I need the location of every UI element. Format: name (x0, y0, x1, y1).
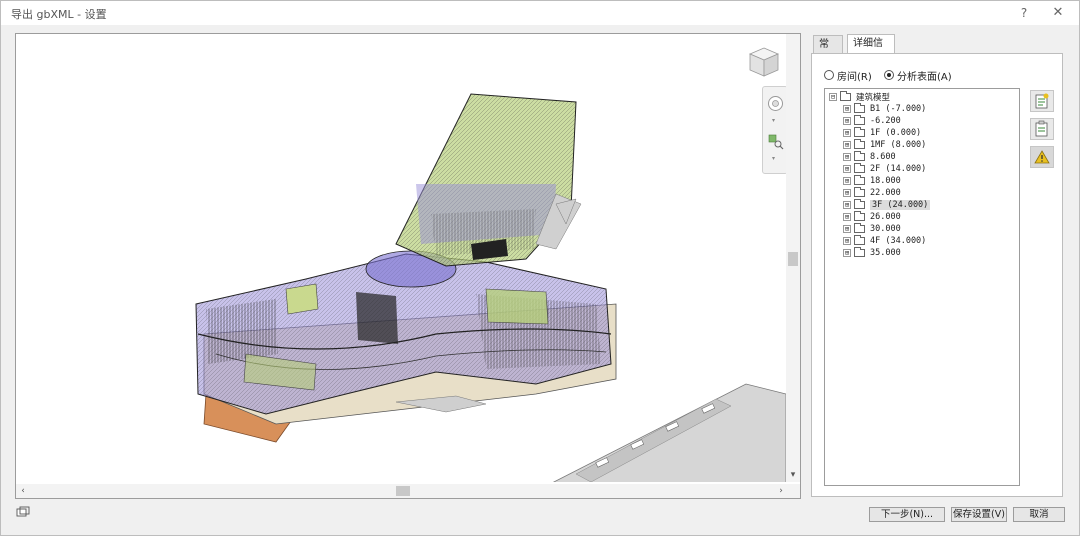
details-panel: 房间(R) 分析表面(A) ⊟ 建筑模型 ⊞ B1 (-7.000) ⊞ -6.… (811, 53, 1063, 497)
tree-item-label: 18.000 (870, 176, 901, 186)
expand-icon[interactable]: ⊞ (843, 177, 851, 185)
expand-icon[interactable]: ⊞ (843, 165, 851, 173)
horizontal-scrollbar[interactable]: ‹ › (16, 484, 800, 498)
folder-icon (854, 103, 865, 113)
save-settings-button[interactable]: 保存设置(V) (951, 507, 1007, 522)
tab-details[interactable]: 详细信息 (847, 34, 895, 66)
export-gbxml-dialog: 导出 gbXML - 设置 ? ✕ ▾ ▾ ▾ ‹ › 常 详细信 房间(R) … (0, 0, 1080, 536)
tree-item-label: 30.000 (870, 224, 901, 234)
tree-item-selected[interactable]: ⊞ 3F (24.000) (843, 199, 931, 211)
scroll-down-arrow-icon[interactable]: ▾ (786, 468, 800, 482)
tree-root-label: 建筑模型 (856, 93, 891, 103)
view-cube-icon[interactable] (746, 44, 782, 80)
tree-item-label: 1MF (8.000) (870, 140, 927, 150)
tree-item[interactable]: ⊞ 30.000 (843, 223, 901, 235)
expand-icon[interactable]: ⊞ (843, 237, 851, 245)
zoom-icon[interactable] (767, 133, 784, 150)
expand-icon[interactable]: ⊞ (843, 189, 851, 197)
expand-icon[interactable]: ⊞ (843, 213, 851, 221)
tree-item[interactable]: ⊞ 35.000 (843, 247, 901, 259)
scroll-right-arrow-icon[interactable]: › (774, 484, 788, 498)
expand-icon[interactable]: ⊞ (843, 153, 851, 161)
close-button[interactable]: ✕ (1047, 4, 1069, 22)
folder-icon (854, 247, 865, 257)
folder-icon (854, 187, 865, 197)
tree-item-label: 2F (14.000) (870, 164, 927, 174)
window-title: 导出 gbXML - 设置 (11, 8, 107, 21)
expand-icon[interactable]: ⊞ (843, 201, 851, 209)
tree-item[interactable]: ⊞ B1 (-7.000) (843, 103, 926, 115)
title-bar: 导出 gbXML - 设置 ? ✕ (1, 1, 1079, 25)
properties-button[interactable] (1030, 90, 1054, 112)
tower-block (395, 93, 582, 267)
tree-root-building-model[interactable]: ⊟ 建筑模型 (829, 91, 890, 103)
paste-properties-icon (1035, 120, 1048, 137)
steering-wheel-icon[interactable] (767, 95, 784, 112)
tab-general[interactable]: 常规 (813, 35, 843, 67)
expand-icon[interactable]: ⊞ (843, 105, 851, 113)
folder-icon (840, 91, 851, 101)
expand-icon[interactable]: ⊞ (843, 225, 851, 233)
tree-item-label: 8.600 (870, 152, 896, 162)
radio-analytical-surface[interactable] (884, 70, 894, 80)
properties-icon (1035, 93, 1049, 109)
radio-room-label: 房间(R) (837, 71, 872, 83)
folder-icon (854, 139, 865, 149)
warning-icon (1034, 150, 1050, 164)
folder-icon (854, 115, 865, 125)
radio-analytical-surface-label: 分析表面(A) (897, 71, 952, 83)
folder-icon (854, 151, 865, 161)
folder-icon (854, 175, 865, 185)
tree-item-label: 1F (0.000) (870, 128, 922, 138)
vertical-scroll-thumb[interactable] (788, 252, 798, 266)
tree-item-label: 35.000 (870, 248, 901, 258)
expand-icon[interactable]: ⊞ (843, 117, 851, 125)
folder-icon (854, 199, 865, 209)
scroll-left-arrow-icon[interactable]: ‹ (16, 484, 30, 498)
tree-item[interactable]: ⊞ 4F (34.000) (843, 235, 926, 247)
tree-item[interactable]: ⊞ 22.000 (843, 187, 901, 199)
tree-item-label: 26.000 (870, 212, 901, 222)
folder-icon (854, 163, 865, 173)
folder-icon (854, 127, 865, 137)
warnings-button[interactable] (1030, 146, 1054, 168)
tree-item[interactable]: ⊞ 2F (14.000) (843, 163, 926, 175)
expand-icon[interactable]: ⊞ (843, 129, 851, 137)
tree-item[interactable]: ⊞ 1F (0.000) (843, 127, 921, 139)
tree-item-label: 3F (24.000) (870, 200, 931, 210)
navigation-bar: ▾ ▾ (762, 86, 788, 174)
model-viewport[interactable]: ▾ ▾ ▾ ‹ › (15, 33, 801, 499)
vertical-scrollbar[interactable]: ▾ (786, 34, 800, 482)
building-3d-model[interactable] (16, 34, 786, 482)
expand-icon[interactable]: ⊞ (843, 141, 851, 149)
radio-analytical-surface-option[interactable]: 分析表面(A) (884, 68, 952, 83)
radio-room-option[interactable]: 房间(R) (824, 68, 872, 83)
tree-item-label: B1 (-7.000) (870, 104, 927, 114)
tree-item[interactable]: ⊞ 8.600 (843, 151, 896, 163)
cancel-button[interactable]: 取消 (1013, 507, 1065, 522)
tree-item[interactable]: ⊞ 18.000 (843, 175, 901, 187)
site-ground-slab (552, 383, 786, 482)
tree-item[interactable]: ⊞ 1MF (8.000) (843, 139, 926, 151)
paste-properties-button[interactable] (1030, 118, 1054, 140)
tree-item-label: 22.000 (870, 188, 901, 198)
tree-item-label: -6.200 (870, 116, 901, 126)
tree-item[interactable]: ⊞ -6.200 (843, 115, 901, 127)
tree-item[interactable]: ⊞ 26.000 (843, 211, 901, 223)
next-button[interactable]: 下一步(N)... (869, 507, 945, 522)
nav-dropdown-icon[interactable]: ▾ (772, 117, 775, 124)
folder-icon (854, 211, 865, 221)
expand-icon[interactable]: ⊞ (843, 249, 851, 257)
folder-icon (854, 223, 865, 233)
help-button[interactable]: ? (1013, 4, 1035, 22)
view-mode-icon[interactable] (15, 505, 31, 519)
zoom-dropdown-icon[interactable]: ▾ (772, 155, 775, 162)
radio-room[interactable] (824, 70, 834, 80)
collapse-icon[interactable]: ⊟ (829, 93, 837, 101)
folder-icon (854, 235, 865, 245)
model-tree[interactable]: ⊟ 建筑模型 ⊞ B1 (-7.000) ⊞ -6.200 ⊞ 1F (0.00… (824, 88, 1020, 486)
tree-item-label: 4F (34.000) (870, 236, 927, 246)
horizontal-scroll-thumb[interactable] (396, 486, 410, 496)
